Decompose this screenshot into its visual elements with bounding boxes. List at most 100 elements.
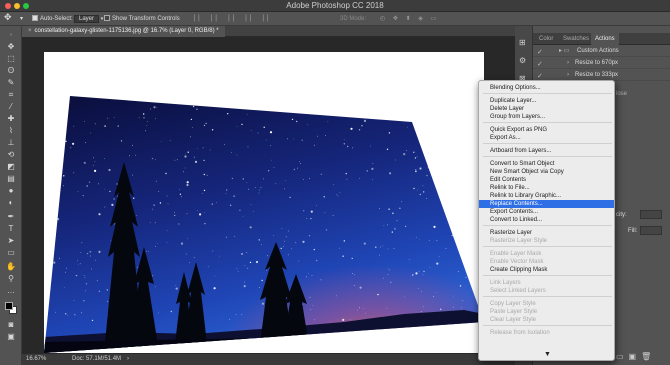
star-dot: [336, 194, 338, 196]
menu-item-quick-export-as-png[interactable]: Quick Export as PNG: [479, 126, 614, 134]
star-dot: [158, 312, 159, 314]
star-dot: [252, 210, 254, 212]
minimize-window-button[interactable]: [14, 3, 20, 9]
star-dot: [345, 172, 347, 175]
menu-item-replace-contents[interactable]: Replace Contents...: [479, 200, 614, 208]
screen-mode-icon[interactable]: ▣: [4, 332, 18, 342]
menu-scroll-down-icon[interactable]: ▼: [479, 351, 614, 359]
healing-icon[interactable]: ✚: [4, 114, 18, 124]
close-tab-icon[interactable]: ×: [28, 28, 32, 34]
auto-select-checkbox[interactable]: Auto-Select:: [32, 15, 73, 23]
checkmark-icon[interactable]: ✓: [537, 59, 543, 70]
star-dot: [65, 140, 67, 142]
move-icon[interactable]: ✥: [4, 42, 18, 52]
star-dot: [310, 210, 313, 213]
history-panel-icon[interactable]: ⊞: [519, 38, 526, 47]
document-tab[interactable]: × constellation-galaxy-glisten-1175136.jp…: [22, 26, 225, 37]
canvas-area[interactable]: [22, 37, 515, 353]
star-dot: [86, 185, 88, 187]
menu-item-rasterize-layer[interactable]: Rasterize Layer: [479, 229, 614, 237]
eraser-icon[interactable]: ◩: [4, 162, 18, 172]
blur-icon[interactable]: ●: [4, 186, 18, 196]
opacity-field[interactable]: [640, 210, 662, 219]
star-dot: [176, 159, 178, 161]
menu-item-convert-to-smart-object[interactable]: Convert to Smart Object: [479, 160, 614, 168]
history-brush-icon[interactable]: ⟲: [4, 150, 18, 160]
layer-context-menu: Blending Options... Duplicate Layer... Del…: [478, 80, 615, 361]
star-dot: [467, 238, 469, 240]
star-dot: [285, 180, 287, 182]
menu-item-edit-contents[interactable]: Edit Contents: [479, 176, 614, 184]
star-dot: [213, 287, 216, 290]
toolbar-collapse-icon[interactable]: »: [4, 30, 18, 40]
zoom-icon[interactable]: ⚲: [4, 274, 18, 284]
move-tool-preset-icon[interactable]: ✥: [4, 13, 12, 22]
star-dot: [94, 123, 96, 125]
tab-color[interactable]: Color: [535, 33, 557, 45]
tab-swatches[interactable]: Swatches: [559, 33, 593, 45]
menu-item-delete-layer[interactable]: Delete Layer: [479, 105, 614, 113]
align-icons[interactable]: ▕▏▕▏▕▏▕▏▕▏: [190, 15, 276, 23]
star-dot: [426, 197, 428, 199]
quick-select-icon[interactable]: ✎: [4, 78, 18, 88]
layers-footer-icons[interactable]: ▭▣🗑: [616, 352, 656, 361]
close-window-button[interactable]: [5, 3, 11, 9]
star-dot: [59, 257, 60, 259]
star-dot: [186, 183, 189, 187]
path-select-icon[interactable]: ➤: [4, 236, 18, 246]
star-dot: [417, 189, 419, 191]
fill-field[interactable]: [640, 226, 662, 235]
crop-icon[interactable]: ⌗: [4, 90, 18, 100]
menu-item-export-as[interactable]: Export As...: [479, 134, 614, 142]
star-dot: [70, 147, 72, 149]
menu-item-relink-to-file[interactable]: Relink to File...: [479, 184, 614, 192]
dodge-icon[interactable]: ◐: [4, 198, 18, 208]
panel-tabs: Color Swatches Actions: [533, 33, 670, 45]
menu-item-convert-to-linked[interactable]: Convert to Linked...: [479, 216, 614, 224]
expand-icon[interactable]: ›: [567, 58, 569, 69]
type-icon[interactable]: T: [4, 224, 18, 234]
menu-item-create-clipping-mask[interactable]: Create Clipping Mask: [479, 266, 614, 274]
quick-mask-icon[interactable]: ◙: [4, 320, 18, 330]
brush-icon[interactable]: ⌇: [4, 126, 18, 136]
status-bar: 16.67% Doc: 57.1M/51.4M ›: [22, 353, 515, 365]
menu-item-relink-to-library-graphic[interactable]: Relink to Library Graphic...: [479, 192, 614, 200]
auto-select-dropdown[interactable]: Layer ▾: [74, 15, 103, 23]
action-row[interactable]: ✓ › Resize to 670px: [533, 58, 670, 69]
action-set-row[interactable]: ✓ ▸ ▭ Custom Actions: [533, 46, 670, 57]
3d-mode-icons[interactable]: ◴ ✥ ⬍ ◈ ▭: [380, 15, 439, 23]
hand-icon[interactable]: ✋: [4, 262, 18, 272]
foreground-background-icon[interactable]: [4, 301, 18, 315]
menu-item-blending-options[interactable]: Blending Options...: [479, 84, 614, 92]
status-chevron-icon[interactable]: ›: [127, 354, 129, 365]
star-dot: [216, 202, 217, 204]
menu-item-duplicate-layer[interactable]: Duplicate Layer...: [479, 97, 614, 105]
more-icon[interactable]: …: [4, 286, 18, 296]
star-dot: [366, 97, 368, 99]
show-transform-checkbox[interactable]: Show Transform Controls: [104, 15, 180, 23]
menu-item-select-linked-layers: Select Linked Layers: [490, 288, 546, 294]
menu-item-export-contents[interactable]: Export Contents...: [479, 208, 614, 216]
star-dot: [456, 161, 459, 164]
shape-icon[interactable]: ▭: [4, 248, 18, 258]
tool-preset-chevron-icon[interactable]: ▾: [20, 15, 23, 23]
zoom-level[interactable]: 16.67%: [26, 354, 46, 365]
menu-item-new-smart-object-via-copy[interactable]: New Smart Object via Copy: [479, 168, 614, 176]
checkmark-icon[interactable]: ✓: [537, 47, 543, 58]
marquee-icon[interactable]: ⬚: [4, 54, 18, 64]
stamp-icon[interactable]: ⊥: [4, 138, 18, 148]
pen-icon[interactable]: ✒: [4, 212, 18, 222]
lasso-icon[interactable]: ʘ: [4, 66, 18, 76]
star-dot: [113, 198, 115, 200]
star-dot: [149, 222, 151, 224]
menu-item-group-from-layers[interactable]: Group from Layers...: [479, 113, 614, 121]
properties-panel-icon[interactable]: ⚙: [519, 56, 526, 65]
document-canvas[interactable]: [44, 52, 484, 353]
eyedropper-icon[interactable]: ⁄: [4, 102, 18, 112]
transformed-layer-image[interactable]: [44, 52, 484, 353]
tab-actions[interactable]: Actions: [591, 33, 619, 45]
zoom-window-button[interactable]: [23, 3, 29, 9]
star-dot: [419, 238, 421, 240]
menu-item-artboard-from-layers[interactable]: Artboard from Layers...: [479, 147, 614, 155]
gradient-icon[interactable]: ▤: [4, 174, 18, 184]
